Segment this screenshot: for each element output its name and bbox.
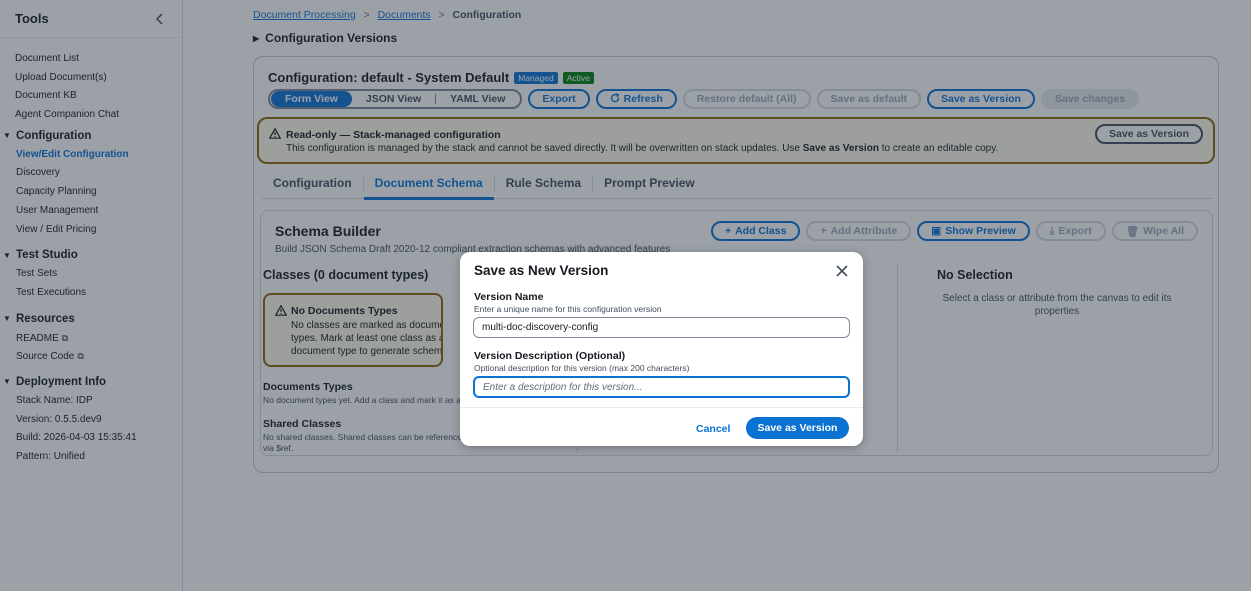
modal-title: Save as New Version — [474, 263, 609, 278]
save-as-version-submit-button[interactable]: Save as Version — [746, 417, 849, 439]
version-name-description: Enter a unique name for this configurati… — [474, 304, 662, 314]
save-version-modal: Save as New Version Version Name Enter a… — [460, 252, 863, 446]
modal-footer-divider — [460, 407, 863, 408]
version-name-input[interactable] — [473, 317, 850, 338]
version-description-input[interactable] — [473, 376, 850, 398]
version-description-hint: Optional description for this version (m… — [474, 363, 690, 373]
version-description-label: Version Description (Optional) — [474, 350, 626, 362]
version-name-label: Version Name — [474, 291, 544, 303]
cancel-button[interactable]: Cancel — [690, 418, 736, 440]
close-icon[interactable] — [835, 264, 849, 278]
